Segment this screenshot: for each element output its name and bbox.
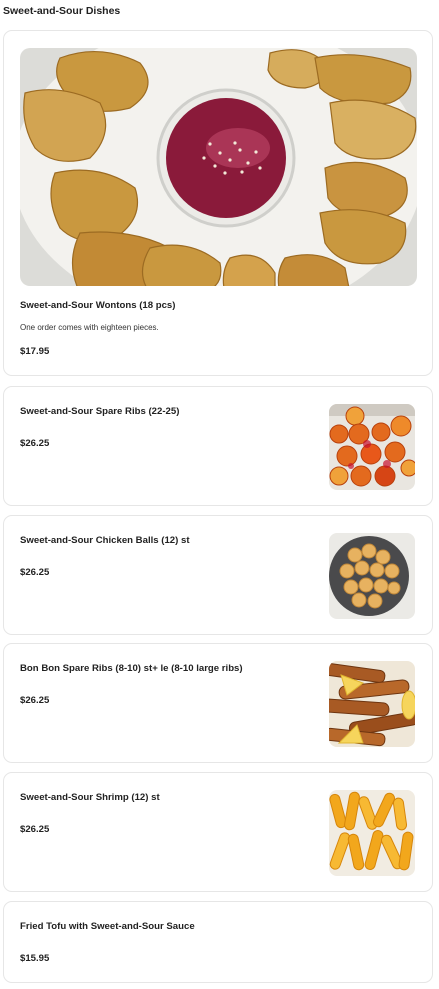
- item-price: $26.25: [20, 438, 50, 449]
- menu-item-card-shrimp[interactable]: Sweet-and-Sour Shrimp (12) st $26.25: [3, 772, 433, 892]
- item-price: $26.25: [20, 695, 50, 706]
- item-price: $26.25: [20, 567, 50, 578]
- item-name: Sweet-and-Sour Spare Ribs (22-25): [20, 406, 180, 417]
- section-title: Sweet-and-Sour Dishes: [3, 5, 121, 17]
- menu-item-card-fried-tofu[interactable]: Fried Tofu with Sweet-and-Sour Sauce $15…: [3, 901, 433, 983]
- item-price: $15.95: [20, 953, 50, 964]
- menu-item-card-wontons[interactable]: Sweet-and-Sour Wontons (18 pcs) One orde…: [3, 30, 433, 376]
- chicken-balls-photo: [329, 533, 415, 619]
- item-name: Fried Tofu with Sweet-and-Sour Sauce: [20, 921, 195, 932]
- item-name: Sweet-and-Sour Wontons (18 pcs): [20, 300, 176, 311]
- item-description: One order comes with eighteen pieces.: [20, 323, 159, 332]
- wontons-photo: [20, 48, 417, 286]
- item-price: $26.25: [20, 824, 50, 835]
- shrimp-photo: [329, 790, 415, 876]
- item-name: Bon Bon Spare Ribs (8-10) st+ le (8-10 l…: [20, 663, 243, 674]
- item-price: $17.95: [20, 346, 50, 357]
- menu-item-card-chicken-balls[interactable]: Sweet-and-Sour Chicken Balls (12) st $26…: [3, 515, 433, 635]
- menu-item-card-spare-ribs[interactable]: Sweet-and-Sour Spare Ribs (22-25) $26.25: [3, 386, 433, 506]
- bon-bon-ribs-photo: [329, 661, 415, 747]
- spare-ribs-photo: [329, 404, 415, 490]
- item-name: Sweet-and-Sour Shrimp (12) st: [20, 792, 160, 803]
- menu-item-card-bon-bon-ribs[interactable]: Bon Bon Spare Ribs (8-10) st+ le (8-10 l…: [3, 643, 433, 763]
- item-name: Sweet-and-Sour Chicken Balls (12) st: [20, 535, 190, 546]
